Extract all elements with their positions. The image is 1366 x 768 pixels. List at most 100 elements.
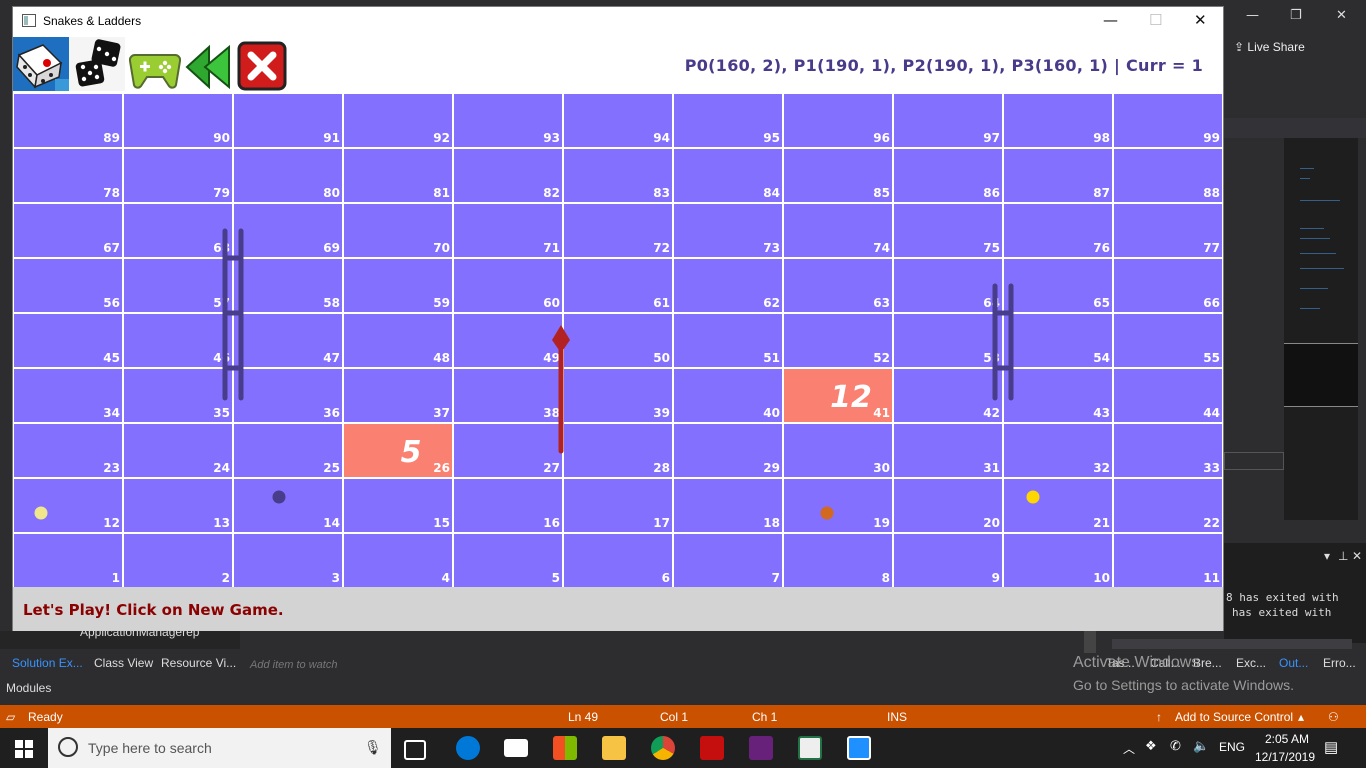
game-board[interactable]: 5 12 89 90 91 92 93 94 95 96 97 98 99 78 79 80 81 82 83 84 8… — [13, 93, 1223, 587]
microphone-icon[interactable]: 🎙 — [364, 739, 382, 756]
cell-number: 5 — [552, 571, 560, 585]
cell-number: 37 — [433, 406, 450, 420]
modules-tab[interactable]: Modules — [6, 681, 51, 695]
windows-start-icon[interactable] — [15, 740, 33, 758]
chevron-up-icon[interactable]: ▴ — [1298, 710, 1304, 724]
tab-solution-explorer[interactable]: Solution Ex... — [12, 656, 83, 670]
output-line: has exited with — [1232, 606, 1332, 619]
close-button[interactable]: ✕ — [1194, 11, 1207, 29]
cell-number: 99 — [1203, 131, 1220, 145]
tab-output[interactable]: Out... — [1279, 656, 1308, 670]
cell-number: 33 — [1203, 461, 1220, 475]
cell-number: 18 — [763, 516, 780, 530]
ide-minimize-button[interactable]: — — [1246, 8, 1259, 23]
file-explorer-icon[interactable] — [602, 736, 626, 760]
gamepad-icon[interactable] — [129, 41, 181, 91]
cell-number: 48 — [433, 351, 450, 365]
close-x-icon[interactable] — [237, 41, 287, 91]
live-share-button[interactable]: ⇪ Live Share — [1234, 40, 1305, 54]
dice-pair-icon[interactable] — [69, 37, 125, 91]
cell-number: 94 — [653, 131, 670, 145]
cell-number: 52 — [873, 351, 890, 365]
minimize-button[interactable]: — — [1103, 11, 1118, 29]
watch-placeholder[interactable]: Add item to watch — [250, 659, 337, 671]
editor-minimap[interactable] — [1284, 138, 1358, 520]
cell-number: 95 — [763, 131, 780, 145]
pane-menu-icon[interactable]: ▾ — [1324, 549, 1330, 563]
game-message: Let's Play! Click on New Game. — [23, 601, 284, 619]
ide-close-button[interactable]: ✕ — [1336, 8, 1347, 23]
cell-number: 73 — [763, 241, 780, 255]
dice-board-icon[interactable] — [13, 37, 69, 91]
add-to-source-control[interactable]: Add to Source Control — [1175, 710, 1293, 724]
cell-number: 21 — [1093, 516, 1110, 530]
tab-error-list[interactable]: Erro... — [1323, 656, 1356, 670]
output-pane: ▾ ⊥ ✕ 8 has exited with has exited with — [1224, 543, 1366, 643]
clock-time[interactable]: 2:05 AM — [1257, 732, 1317, 746]
cell-number: 69 — [323, 241, 340, 255]
player-token — [1026, 490, 1040, 504]
visual-studio-icon[interactable] — [749, 736, 773, 760]
task-view-icon[interactable] — [404, 740, 426, 760]
notification-bell-icon[interactable]: ⚇ — [1328, 710, 1339, 724]
ide-h-scrollbar[interactable] — [1112, 639, 1352, 649]
snakes-ladders-taskbar-icon[interactable] — [847, 736, 871, 760]
board-canvas[interactable]: 51289 90 91 92 93 94 95 96 97 98 9978 79 80 81 82 83 84 8… — [13, 93, 1223, 587]
rewind-icon[interactable] — [183, 41, 235, 91]
ide-restore-button[interactable]: ❐ — [1290, 8, 1302, 23]
cell-number: 44 — [1203, 406, 1220, 420]
ide-dropdown[interactable] — [1224, 118, 1366, 138]
cell-number: 85 — [873, 186, 890, 200]
cell-number: 10 — [1093, 571, 1110, 585]
tab-resource-view[interactable]: Resource Vi... — [161, 656, 236, 670]
minimap-viewport[interactable] — [1284, 343, 1358, 407]
cell-number: 35 — [213, 406, 230, 420]
action-center-icon[interactable]: ▤ — [1324, 738, 1338, 756]
ide-scrollbar[interactable] — [1084, 631, 1096, 653]
board-cell — [892, 532, 1004, 587]
window-title: Snakes & Ladders — [43, 14, 142, 28]
mail-icon[interactable] — [504, 739, 528, 757]
language-indicator[interactable]: ENG — [1219, 740, 1245, 754]
cell-number: 45 — [103, 351, 120, 365]
cell-number: 77 — [1203, 241, 1220, 255]
tab-class-view[interactable]: Class View — [94, 656, 153, 670]
pane-close-icon[interactable]: ✕ — [1352, 549, 1362, 563]
cell-number: 70 — [433, 241, 450, 255]
board-cell — [122, 532, 234, 587]
cell-number: 43 — [1093, 406, 1110, 420]
cell-number: 83 — [653, 186, 670, 200]
message-bar: Let's Play! Click on New Game. — [13, 587, 1223, 631]
cell-number: 7 — [772, 571, 780, 585]
tab-exception-settings[interactable]: Exc... — [1236, 656, 1266, 670]
edge-icon[interactable] — [456, 736, 480, 760]
wifi-icon[interactable]: ✆ — [1170, 738, 1181, 754]
board-cell — [342, 532, 454, 587]
cell-number: 66 — [1203, 296, 1220, 310]
acrobat-icon[interactable] — [700, 736, 724, 760]
tray-chevron-icon[interactable]: ︿ — [1123, 740, 1135, 757]
maximize-button[interactable]: ☐ — [1149, 11, 1162, 29]
taskbar-search[interactable]: Type here to search 🎙 — [48, 728, 391, 768]
cell-number: 84 — [763, 186, 780, 200]
ide-input-box[interactable] — [1224, 452, 1284, 470]
dropbox-icon[interactable]: ❖ — [1145, 738, 1157, 754]
cell-number: 58 — [323, 296, 340, 310]
cell-number: 97 — [983, 131, 1000, 145]
pin-icon[interactable]: ⊥ — [1338, 549, 1348, 563]
chrome-icon[interactable] — [651, 736, 675, 760]
game-toolbar: P0(160, 2), P1(190, 1), P2(190, 1), P3(1… — [13, 35, 1223, 93]
cell-number: 50 — [653, 351, 670, 365]
player-token — [272, 490, 286, 504]
clock-date[interactable]: 12/17/2019 — [1253, 750, 1317, 764]
window-titlebar[interactable]: Snakes & Ladders — ☐ ✕ — [13, 7, 1223, 35]
cell-number: 17 — [653, 516, 670, 530]
cell-number: 38 — [543, 406, 560, 420]
status-col: Col 1 — [660, 710, 689, 724]
search-placeholder: Type here to search — [88, 740, 212, 756]
board-cell — [782, 532, 894, 587]
store-icon[interactable] — [553, 736, 577, 760]
app-window-icon[interactable] — [798, 736, 822, 760]
volume-icon[interactable]: 🔈 — [1193, 738, 1209, 754]
cell-number: 12 — [103, 516, 120, 530]
